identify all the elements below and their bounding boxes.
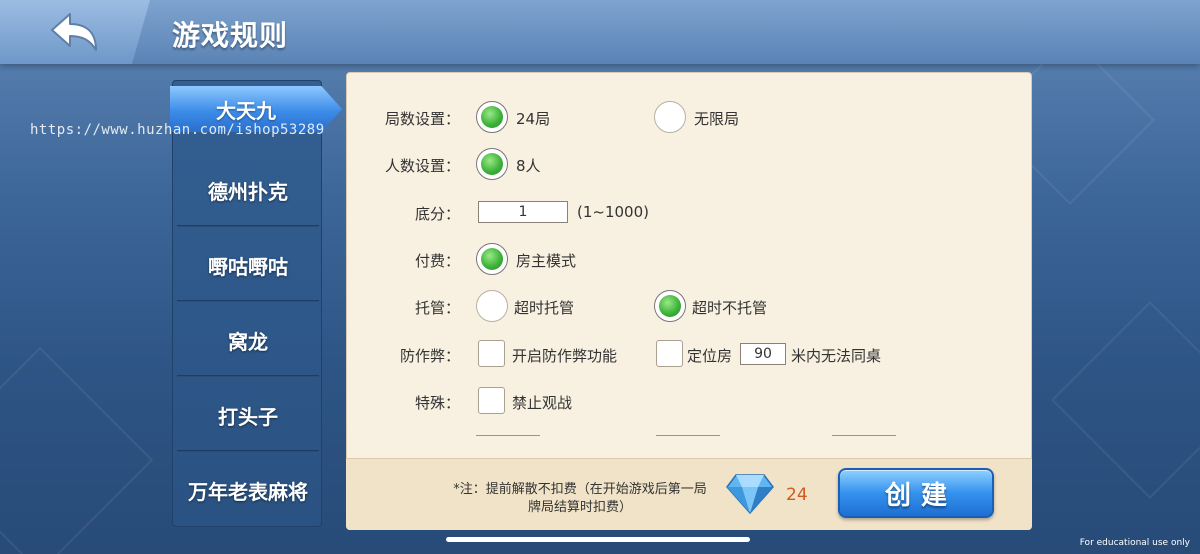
diamond-icon <box>726 474 774 515</box>
tab-label: 德州扑克 <box>208 179 288 204</box>
back-button[interactable] <box>48 12 100 54</box>
back-arrow-icon <box>51 13 97 51</box>
tab-divider <box>177 225 319 227</box>
base-score-input[interactable]: 1 <box>478 201 568 223</box>
payment-label: 付费： <box>414 252 460 270</box>
watermark-text: https://www.huzhan.com/ishop53289 <box>30 122 325 138</box>
game-tab-list: 德州扑克 嘢咕嘢咕 窝龙 打头子 万年老表麻将 <box>172 80 322 527</box>
location-room-label: 定位房 <box>687 347 733 365</box>
tab-label: 嘢咕嘢咕 <box>208 254 288 279</box>
tab-divider <box>177 375 319 377</box>
base-score-label: 底分： <box>414 205 460 223</box>
tab-label: 万年老表麻将 <box>188 479 308 504</box>
no-spectate-label: 禁止观战 <box>512 394 573 412</box>
no-spectate-checkbox[interactable] <box>478 387 505 414</box>
diamond-count: 24 <box>786 485 808 505</box>
hosting-timeout-radio[interactable] <box>476 290 508 322</box>
tab-label: 大天九 <box>216 98 276 123</box>
tab-dezhou-poker[interactable]: 德州扑克 <box>173 153 323 227</box>
tab-divider <box>177 450 319 452</box>
hosting-no-timeout-radio[interactable] <box>654 290 686 322</box>
create-button[interactable]: 创建 <box>838 468 994 518</box>
hosting-no-timeout-label: 超时不托管 <box>692 299 768 317</box>
page-title: 游戏规则 <box>172 19 289 52</box>
payment-owner-label: 房主模式 <box>516 252 577 270</box>
hosting-label: 托管： <box>414 299 460 317</box>
hosting-timeout-label: 超时托管 <box>514 299 575 317</box>
background-decoration <box>0 346 154 554</box>
base-score-range: (1~1000) <box>577 203 649 221</box>
fee-note-line2: 牌局结算时扣费） <box>527 500 632 515</box>
tab-label: 打头子 <box>218 404 278 429</box>
rounds-24-label: 24局 <box>516 110 551 128</box>
special-label: 特殊： <box>414 394 460 412</box>
tab-datouzi[interactable]: 打头子 <box>173 378 323 452</box>
rounds-unlimited-radio[interactable] <box>654 101 686 133</box>
tab-label: 窝龙 <box>228 329 268 354</box>
fee-note: *注：提前解散不扣费（在开始游戏后第一局 牌局结算时扣费） <box>440 481 720 517</box>
divider-line <box>656 435 720 436</box>
anti-cheat-checkbox[interactable] <box>478 340 505 367</box>
rounds-unlimited-label: 无限局 <box>694 110 740 128</box>
home-indicator[interactable] <box>446 537 750 542</box>
rounds-24-radio[interactable] <box>476 101 508 133</box>
rounds-label: 局数设置： <box>384 110 460 128</box>
background-decoration <box>1051 301 1200 499</box>
location-room-checkbox[interactable] <box>656 340 683 367</box>
divider-line <box>832 435 896 436</box>
anti-cheat-enable-label: 开启防作弊功能 <box>512 347 618 365</box>
tab-wannian-mahjong[interactable]: 万年老表麻将 <box>173 453 323 527</box>
distance-input[interactable]: 90 <box>740 343 786 365</box>
tab-gugu[interactable]: 嘢咕嘢咕 <box>173 228 323 302</box>
educational-note: For educational use only <box>1079 538 1190 548</box>
fee-note-line1: *注：提前解散不扣费（在开始游戏后第一局 <box>453 482 707 497</box>
tab-wolong[interactable]: 窝龙 <box>173 303 323 377</box>
payment-owner-radio[interactable] <box>476 243 508 275</box>
players-label: 人数设置： <box>384 157 460 175</box>
divider-line <box>476 435 540 436</box>
players-8-label: 8人 <box>516 157 541 175</box>
distance-suffix-label: 米内无法同桌 <box>791 347 882 365</box>
tab-divider <box>177 300 319 302</box>
anti-cheat-label: 防作弊： <box>399 347 460 365</box>
players-8-radio[interactable] <box>476 148 508 180</box>
